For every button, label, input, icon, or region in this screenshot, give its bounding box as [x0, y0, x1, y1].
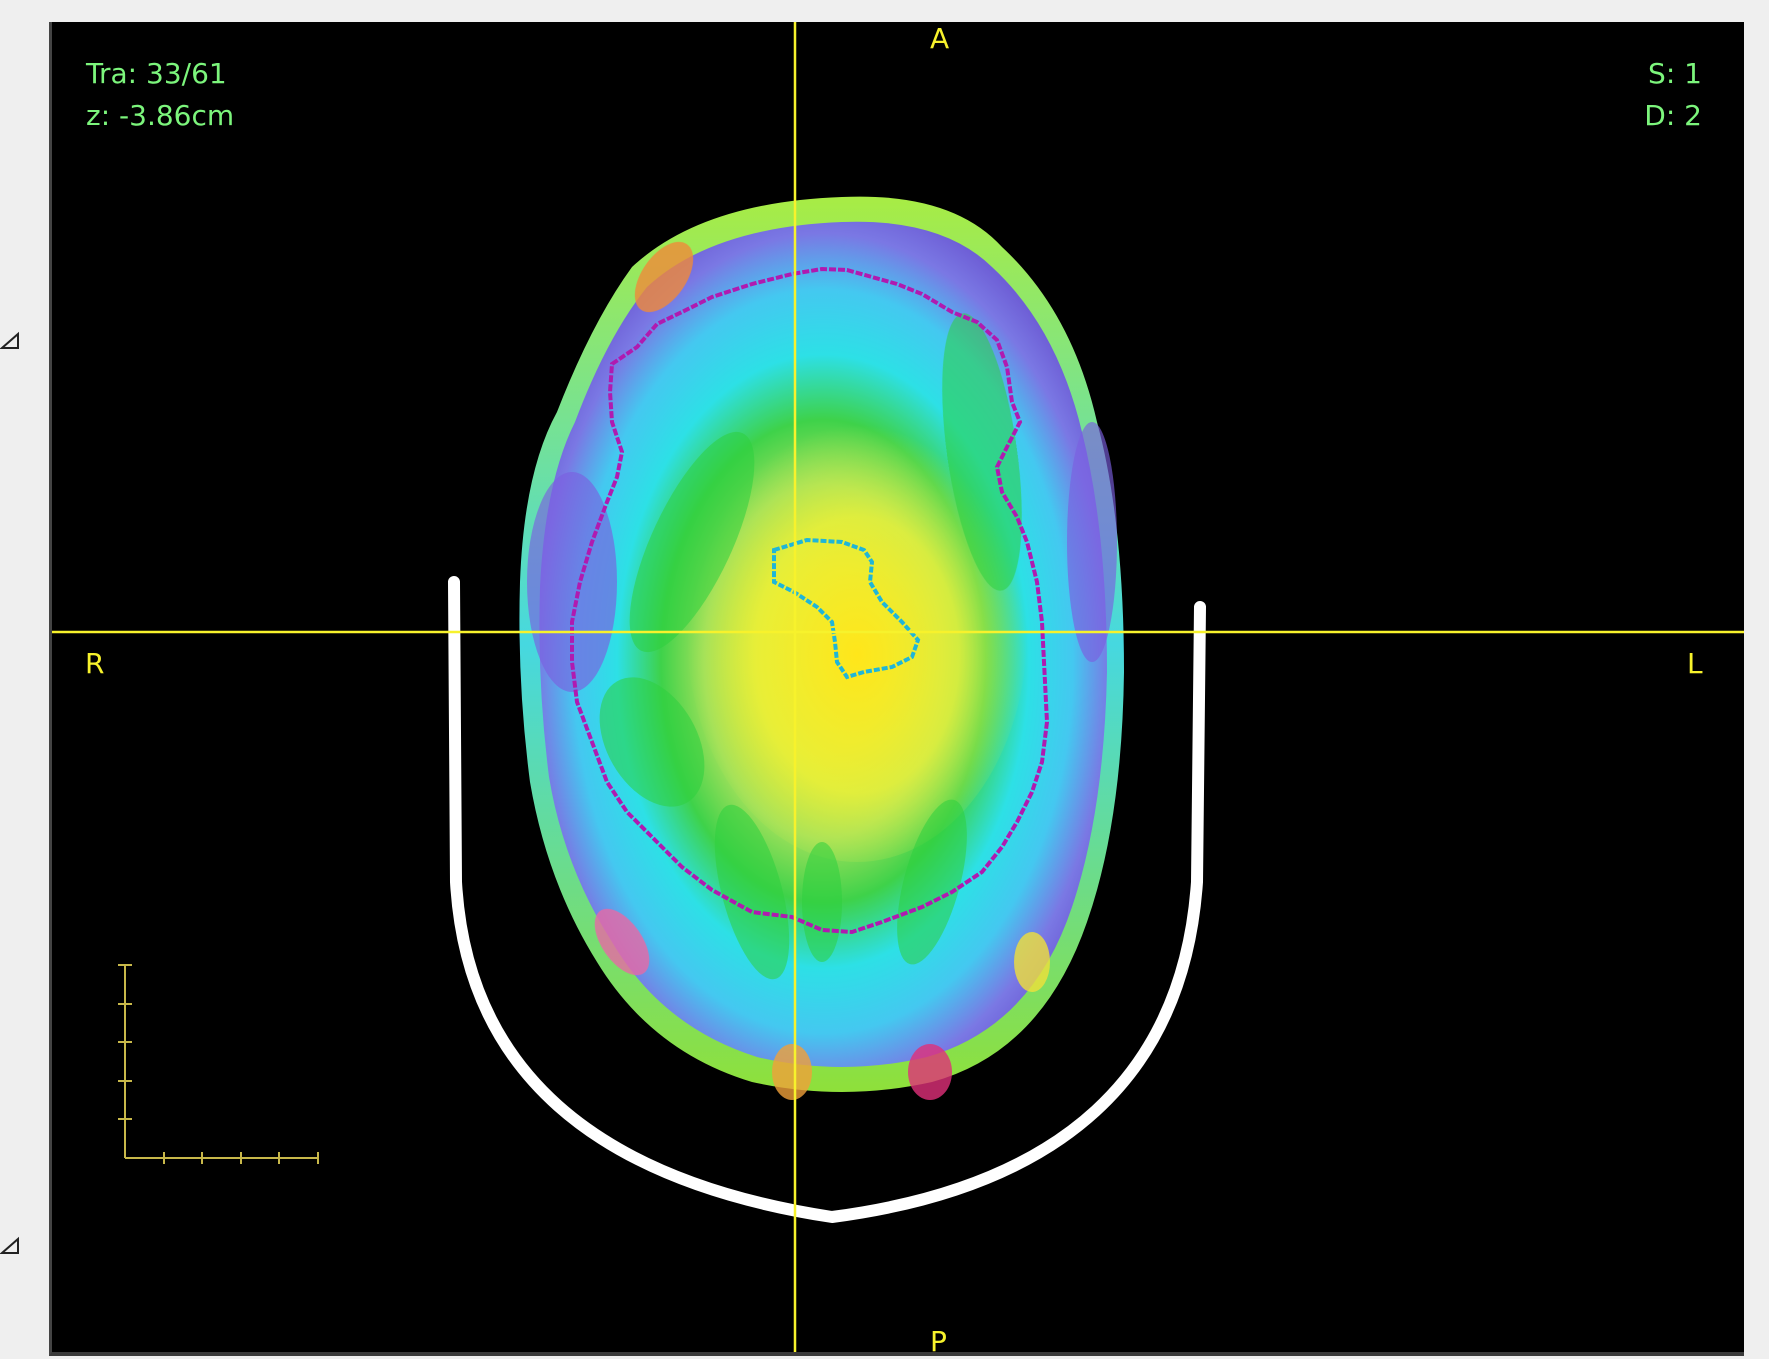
orientation-anterior: A [930, 22, 950, 55]
left-side-panel [0, 0, 50, 1359]
plane-label: Tra [86, 57, 128, 90]
z-label: z [86, 99, 101, 132]
slice-info-overlay: Tra: 33/61 z: -3.86cm [86, 60, 234, 144]
orientation-left: L [1687, 647, 1703, 680]
z-position: z: -3.86cm [86, 99, 235, 132]
s-value: 1 [1684, 57, 1702, 90]
triangle-handle-icon[interactable] [0, 330, 20, 350]
d-indicator: D: 2 [1644, 99, 1702, 132]
z-value: -3.86cm [119, 99, 235, 132]
dose-overlay-scene [52, 22, 1744, 1352]
orientation-posterior: P [930, 1325, 947, 1356]
slice-indicator: Tra: 33/61 [86, 57, 227, 90]
scale-ruler [118, 964, 319, 1164]
triangle-handle-icon[interactable] [0, 1235, 20, 1255]
d-label: D [1644, 99, 1666, 132]
d-value: 2 [1684, 99, 1702, 132]
s-label: S [1648, 57, 1666, 90]
series-info-overlay: S: 1 D: 2 [1644, 60, 1702, 144]
s-indicator: S: 1 [1648, 57, 1702, 90]
transverse-image-viewer[interactable]: Tra: 33/61 z: -3.86cm S: 1 D: 2 A P R L [49, 22, 1744, 1356]
orientation-right: R [85, 647, 105, 680]
slice-number: 33/61 [146, 57, 227, 90]
